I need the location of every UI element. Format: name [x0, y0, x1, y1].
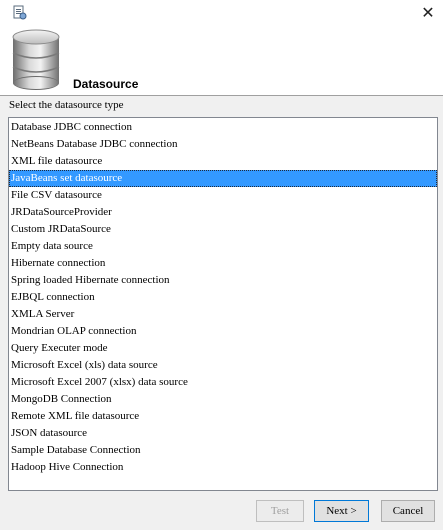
datasource-type-item[interactable]: Sample Database Connection: [9, 442, 437, 459]
next-button[interactable]: Next >: [314, 500, 369, 522]
datasource-type-list[interactable]: Database JDBC connection NetBeans Databas…: [8, 117, 438, 491]
wizard-banner: Datasource: [0, 27, 443, 95]
datasource-type-item[interactable]: XML file datasource: [9, 153, 437, 170]
datasource-type-item[interactable]: MongoDB Connection: [9, 391, 437, 408]
datasource-type-item[interactable]: Microsoft Excel (xls) data source: [9, 357, 437, 374]
datasource-type-item[interactable]: Empty data source: [9, 238, 437, 255]
test-button[interactable]: Test: [256, 500, 304, 522]
datasource-type-item[interactable]: Mondrian OLAP connection: [9, 323, 437, 340]
banner-title: Datasource: [73, 77, 139, 91]
database-icon: [12, 29, 60, 90]
datasource-type-item[interactable]: Custom JRDataSource: [9, 221, 437, 238]
datasource-type-item[interactable]: NetBeans Database JDBC connection: [9, 136, 437, 153]
close-icon[interactable]: ✕: [421, 3, 434, 22]
datasource-type-item[interactable]: Database JDBC connection: [9, 119, 437, 136]
prompt-label: Select the datasource type: [9, 99, 124, 111]
datasource-type-item[interactable]: EJBQL connection: [9, 289, 437, 306]
datasource-type-item[interactable]: Microsoft Excel 2007 (xlsx) data source: [9, 374, 437, 391]
cancel-button[interactable]: Cancel: [381, 500, 435, 522]
datasource-type-item[interactable]: Hibernate connection: [9, 255, 437, 272]
close-button[interactable]: ✕: [416, 2, 440, 24]
banner-separator: [0, 95, 443, 96]
datasource-type-item[interactable]: XMLA Server: [9, 306, 437, 323]
datasource-type-item[interactable]: JRDataSourceProvider: [9, 204, 437, 221]
datasource-type-item[interactable]: Remote XML file datasource: [9, 408, 437, 425]
datasource-type-item[interactable]: File CSV datasource: [9, 187, 437, 204]
title-bar: ✕: [0, 0, 443, 27]
datasource-type-item[interactable]: JSON datasource: [9, 425, 437, 442]
app-icon: [13, 5, 27, 20]
datasource-type-item[interactable]: Spring loaded Hibernate connection: [9, 272, 437, 289]
datasource-type-item[interactable]: Hadoop Hive Connection: [9, 459, 437, 476]
datasource-type-item[interactable]: Query Executer mode: [9, 340, 437, 357]
datasource-type-item[interactable]: JavaBeans set datasource: [9, 170, 437, 187]
